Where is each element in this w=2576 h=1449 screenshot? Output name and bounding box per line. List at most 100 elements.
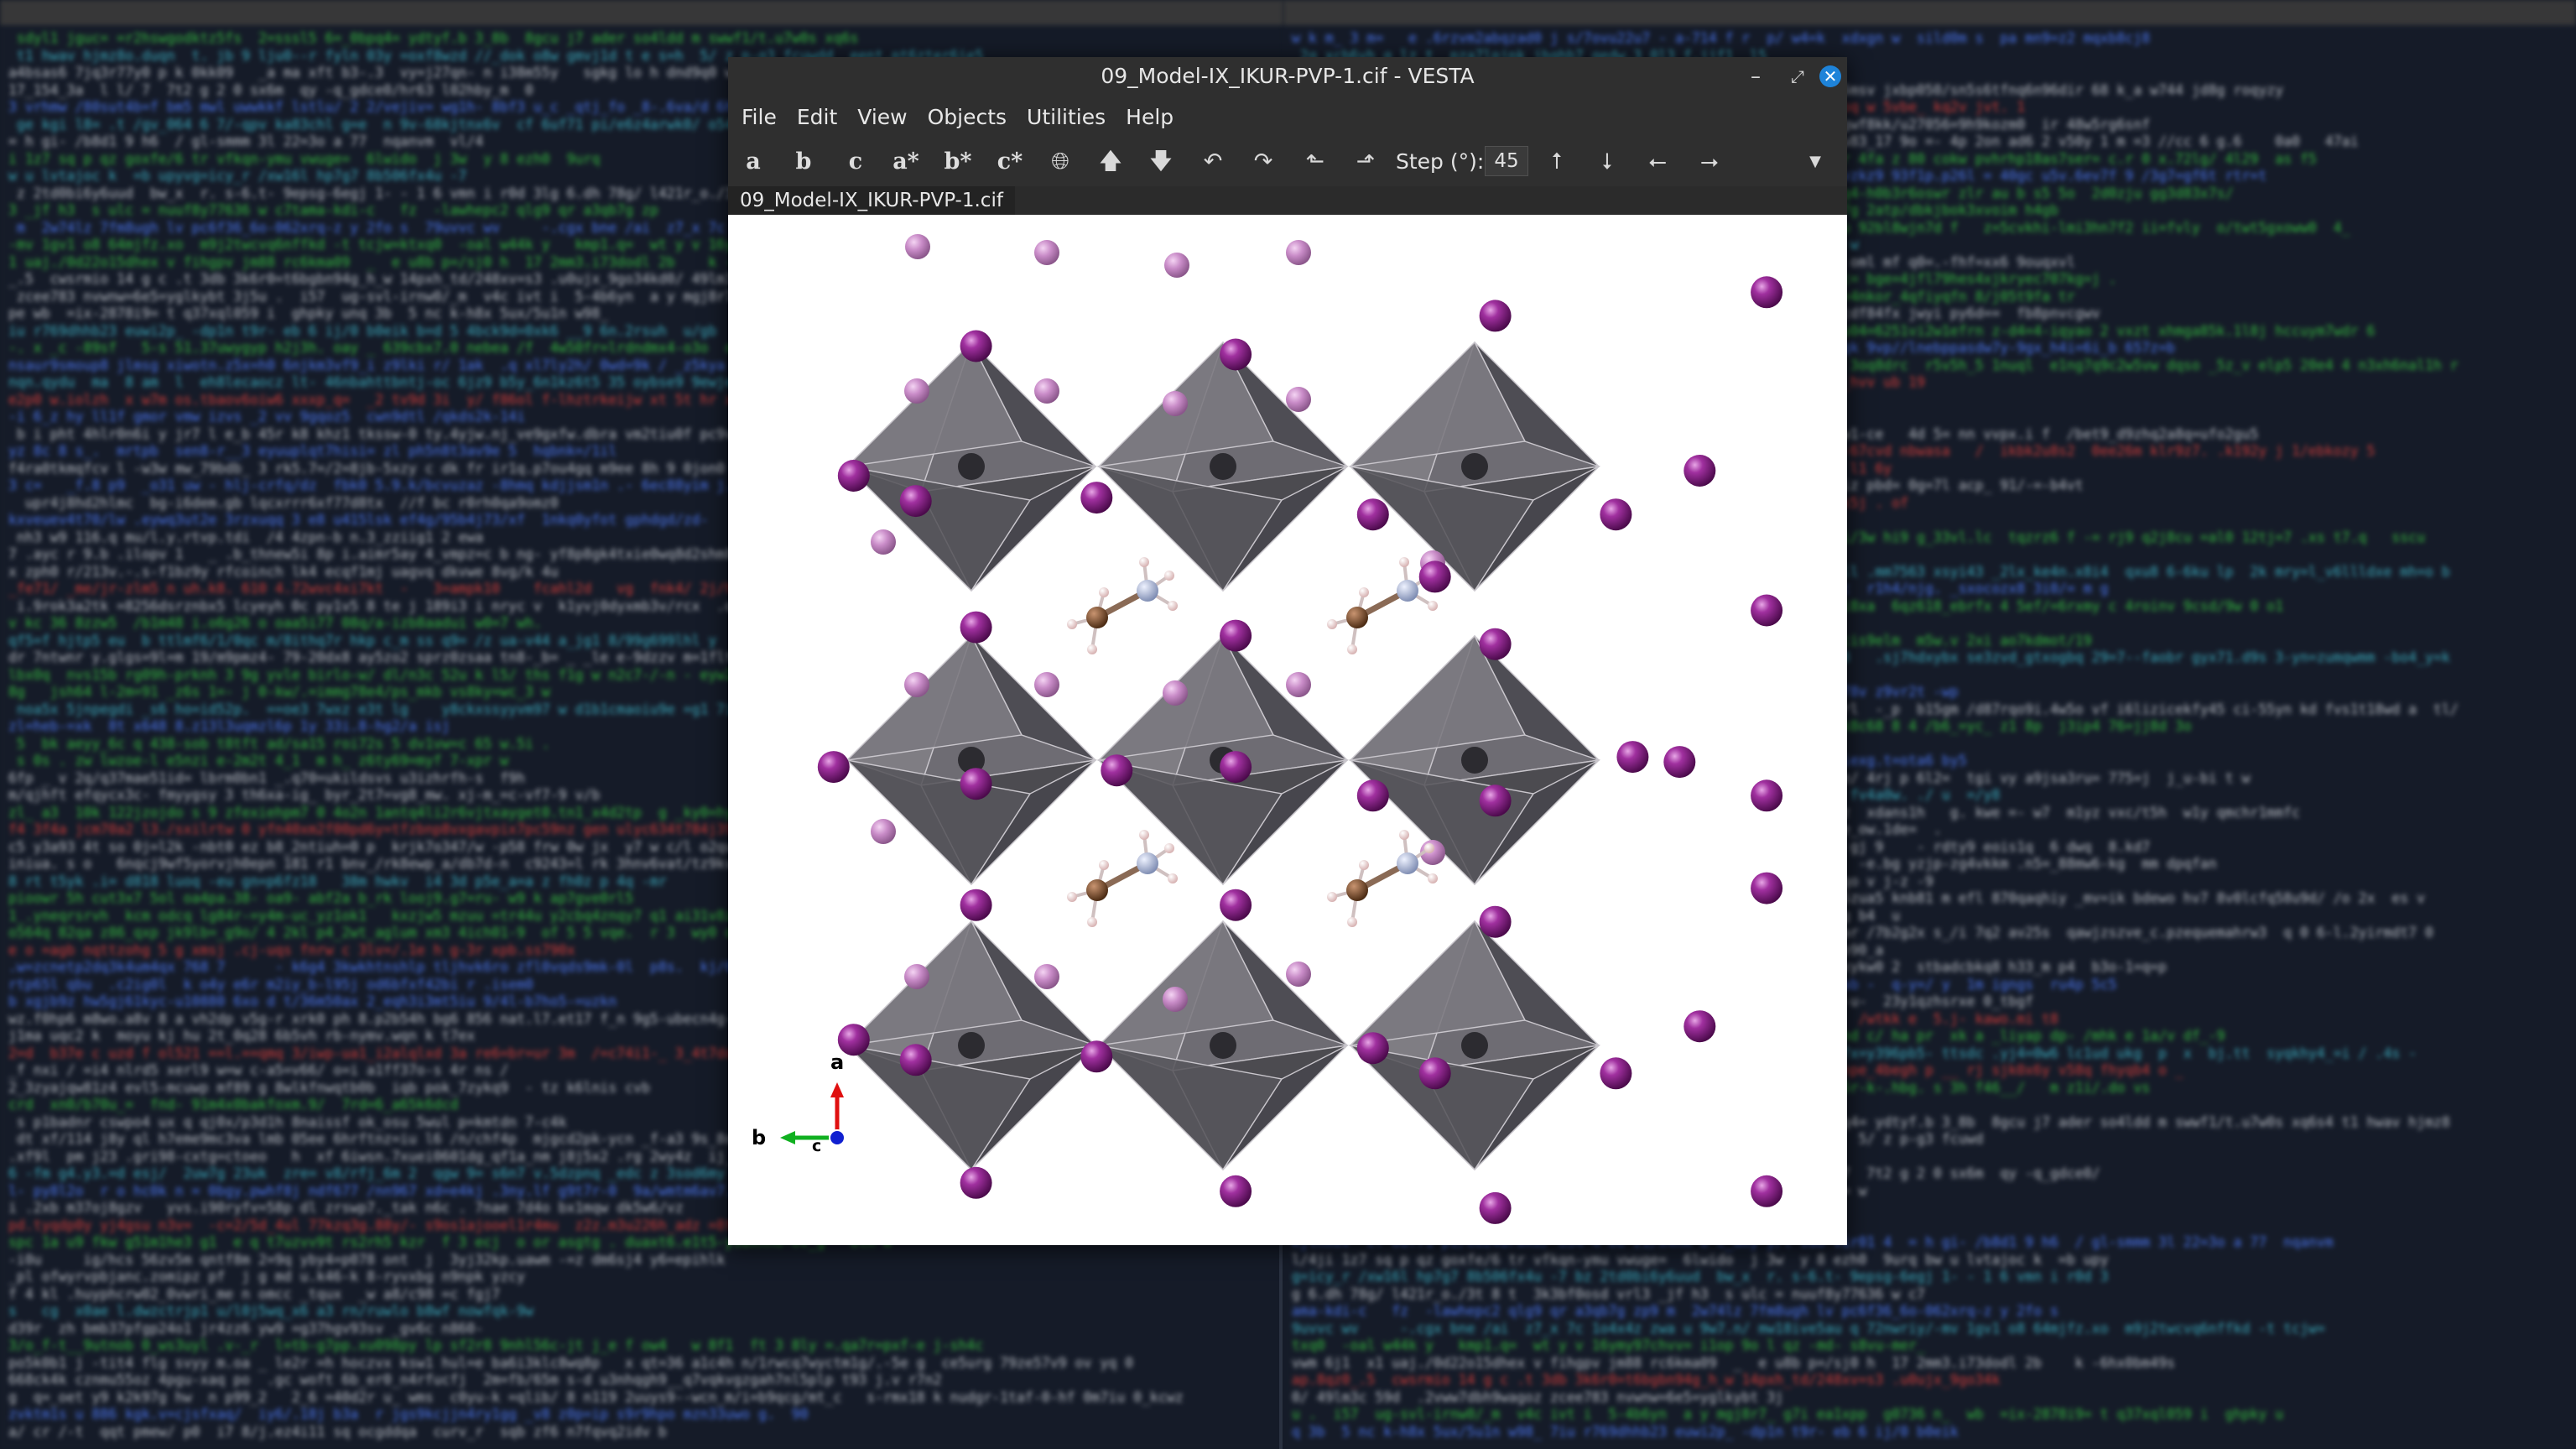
view-along-c-button[interactable]: c (839, 144, 872, 180)
hydrogen-atom (1139, 830, 1149, 840)
menu-utilities[interactable]: Utilities (1020, 105, 1119, 129)
menu-file[interactable]: File (735, 105, 790, 129)
minimize-icon[interactable]: – (1745, 65, 1767, 87)
move-left-icon[interactable]: ⭠ (1641, 144, 1674, 180)
carbon-atom (1346, 607, 1368, 628)
terminal-line: 3/o_f-t__9utnob 0_ws3uyl .v-_r l=tb-g7pp… (8, 1337, 984, 1353)
terminal-line: l/4ji 1z7 sq p qz goxfe/6 tr vfkqn-ymu v… (1292, 1251, 2109, 1268)
toolbar: a b c a* b* c* 🌐︎ 🡅 🡇 ↶ ↷ ⬑ ⬏ Step (°): … (728, 138, 1847, 186)
nitrogen-atom (1137, 580, 1158, 602)
lead-atom (1461, 747, 1488, 774)
hydrogen-atom (1099, 587, 1109, 597)
iodide-atom (905, 234, 930, 259)
iodide-atom (1220, 889, 1252, 921)
pbi6-octahedron (845, 634, 1097, 886)
view-along-astar-button[interactable]: a* (889, 144, 923, 180)
iodide-atom (1751, 594, 1783, 627)
rotate-left-icon[interactable]: ↶ (1196, 144, 1230, 180)
move-right-icon[interactable]: ⭢ (1693, 144, 1726, 180)
iodide-atom (1684, 455, 1716, 487)
sphere-icon[interactable]: 🌐︎ (1043, 144, 1077, 180)
pbi6-octahedron (1096, 920, 1349, 1171)
iodide-atom (1751, 872, 1783, 904)
hydrogen-atom (1164, 843, 1174, 853)
iodide-atom (1220, 751, 1252, 784)
iodide-atom (1286, 672, 1311, 697)
iodide-atom (1616, 741, 1649, 774)
axis-b-label: b (752, 1126, 766, 1149)
iodide-atom (1163, 987, 1188, 1012)
arrow-down-icon[interactable]: 🡇 (1144, 144, 1178, 180)
terminal-line: w k m_ 3 m= e .6rzvm2abqzad0 j s/7ovu22u… (1292, 30, 2159, 46)
terminal-line: q 3b 5 nc k-h8x 5ux/5u1n w98_ 7iu r769dh… (1292, 1423, 1967, 1440)
hydrogen-atom (1327, 619, 1337, 629)
iodide-atom (1164, 253, 1189, 278)
axes-indicator: a b c (752, 1050, 846, 1155)
view-along-a-button[interactable]: a (736, 144, 770, 180)
iodide-atom (1286, 962, 1311, 987)
step-label: Step (°): (1396, 149, 1485, 174)
lead-atom (958, 453, 985, 480)
iodide-atom (1356, 779, 1389, 812)
move-up-icon[interactable]: ⭡ (1540, 144, 1574, 180)
tab-structure-file[interactable]: 09_Model-IX_IKUR-PVP-1.cif (728, 186, 1015, 215)
terminal-line: 668ck4k cznmu55oz 4pgu-xaq po .gc woft 6… (8, 1372, 942, 1388)
menu-edit[interactable]: Edit (790, 105, 851, 129)
hydrogen-atom (1428, 873, 1438, 883)
terminal-line: f 4 kl .huyphcrw02_0vwri_me n omcc _tqux… (8, 1285, 501, 1302)
iodide-atom (904, 672, 929, 697)
maximize-icon[interactable]: ⤢ (1787, 65, 1808, 87)
turn-up-right-icon[interactable]: ⬏ (1349, 144, 1382, 180)
axis-c-label: c (812, 1137, 821, 1155)
menu-objects[interactable]: Objects (921, 105, 1020, 129)
terminal-line: g 6.dh 78g/ l421r_o./3t 8 t 3k3bf0osd vr… (1292, 1285, 1925, 1302)
vesta-window[interactable]: 09_Model-IX_IKUR-PVP-1.cif - VESTA – ⤢ ✕… (728, 57, 1847, 1245)
iodide-atom (1220, 619, 1252, 652)
lead-atom (958, 1032, 985, 1059)
move-down-icon[interactable]: ⭣ (1590, 144, 1624, 180)
hydrogen-atom (1087, 917, 1097, 927)
iodide-atom (817, 751, 850, 784)
iodide-atom (1356, 1032, 1389, 1065)
terminal-line: _pl ofwyrvpbjanc.zomipz pf j g md u.k46-… (8, 1269, 533, 1285)
iodide-atom (904, 964, 929, 989)
menu-help[interactable]: Help (1119, 105, 1187, 129)
turn-up-left-icon[interactable]: ⬑ (1298, 144, 1332, 180)
crystal-structure-render[interactable]: a b c (728, 215, 1847, 1245)
structure-viewport[interactable]: a b c (728, 215, 1847, 1245)
view-along-cstar-button[interactable]: c* (993, 144, 1027, 180)
iodide-atom (1751, 779, 1783, 812)
step-input[interactable] (1485, 146, 1528, 176)
hydrogen-atom (1327, 892, 1337, 902)
iodide-atom (1034, 240, 1059, 265)
iodide-atom (837, 460, 870, 492)
terminal-line: g q=_oet y9 k2k97g hw n p99_2 2_6 =40d2r… (8, 1389, 1184, 1405)
terminal-line: s cg x0ae l.dwzctrjp1 u/l0j5wq_x6 a3 rn/… (8, 1303, 533, 1319)
hydrogen-atom (1067, 892, 1077, 902)
menu-view[interactable]: View (851, 105, 920, 129)
arrow-up-icon[interactable]: 🡅 (1094, 144, 1127, 180)
iodide-atom (1356, 498, 1389, 531)
rotate-right-icon[interactable]: ↷ (1246, 144, 1280, 180)
iodide-atom (871, 529, 896, 555)
nitrogen-atom (1397, 580, 1418, 602)
toolbar-overflow-chevron-icon[interactable]: ▼ (1798, 144, 1832, 180)
methylammonium-molecule (1067, 830, 1178, 927)
carbon-atom (1086, 879, 1108, 901)
iodide-atom (1684, 1010, 1716, 1043)
hydrogen-atom (1168, 601, 1178, 611)
window-titlebar[interactable]: 09_Model-IX_IKUR-PVP-1.cif - VESTA – ⤢ ✕ (728, 57, 1847, 96)
iodide-atom (960, 768, 992, 800)
iodide-atom (1101, 754, 1133, 787)
view-along-b-button[interactable]: b (787, 144, 820, 180)
pbi6-octahedron (1348, 634, 1600, 886)
hydrogen-atom (1399, 557, 1409, 567)
octahedra-layer (845, 341, 1600, 1171)
carbon-atom (1086, 607, 1108, 628)
terminal-line: txq0 -oal w44k y kmp1.q= wt y v 16ymy97c… (1292, 1337, 1925, 1353)
hydrogen-atom (1424, 843, 1434, 853)
close-icon[interactable]: ✕ (1819, 65, 1841, 87)
view-along-bstar-button[interactable]: b* (941, 144, 975, 180)
iodide-atom (1600, 498, 1632, 531)
carbon-atom (1346, 879, 1368, 901)
